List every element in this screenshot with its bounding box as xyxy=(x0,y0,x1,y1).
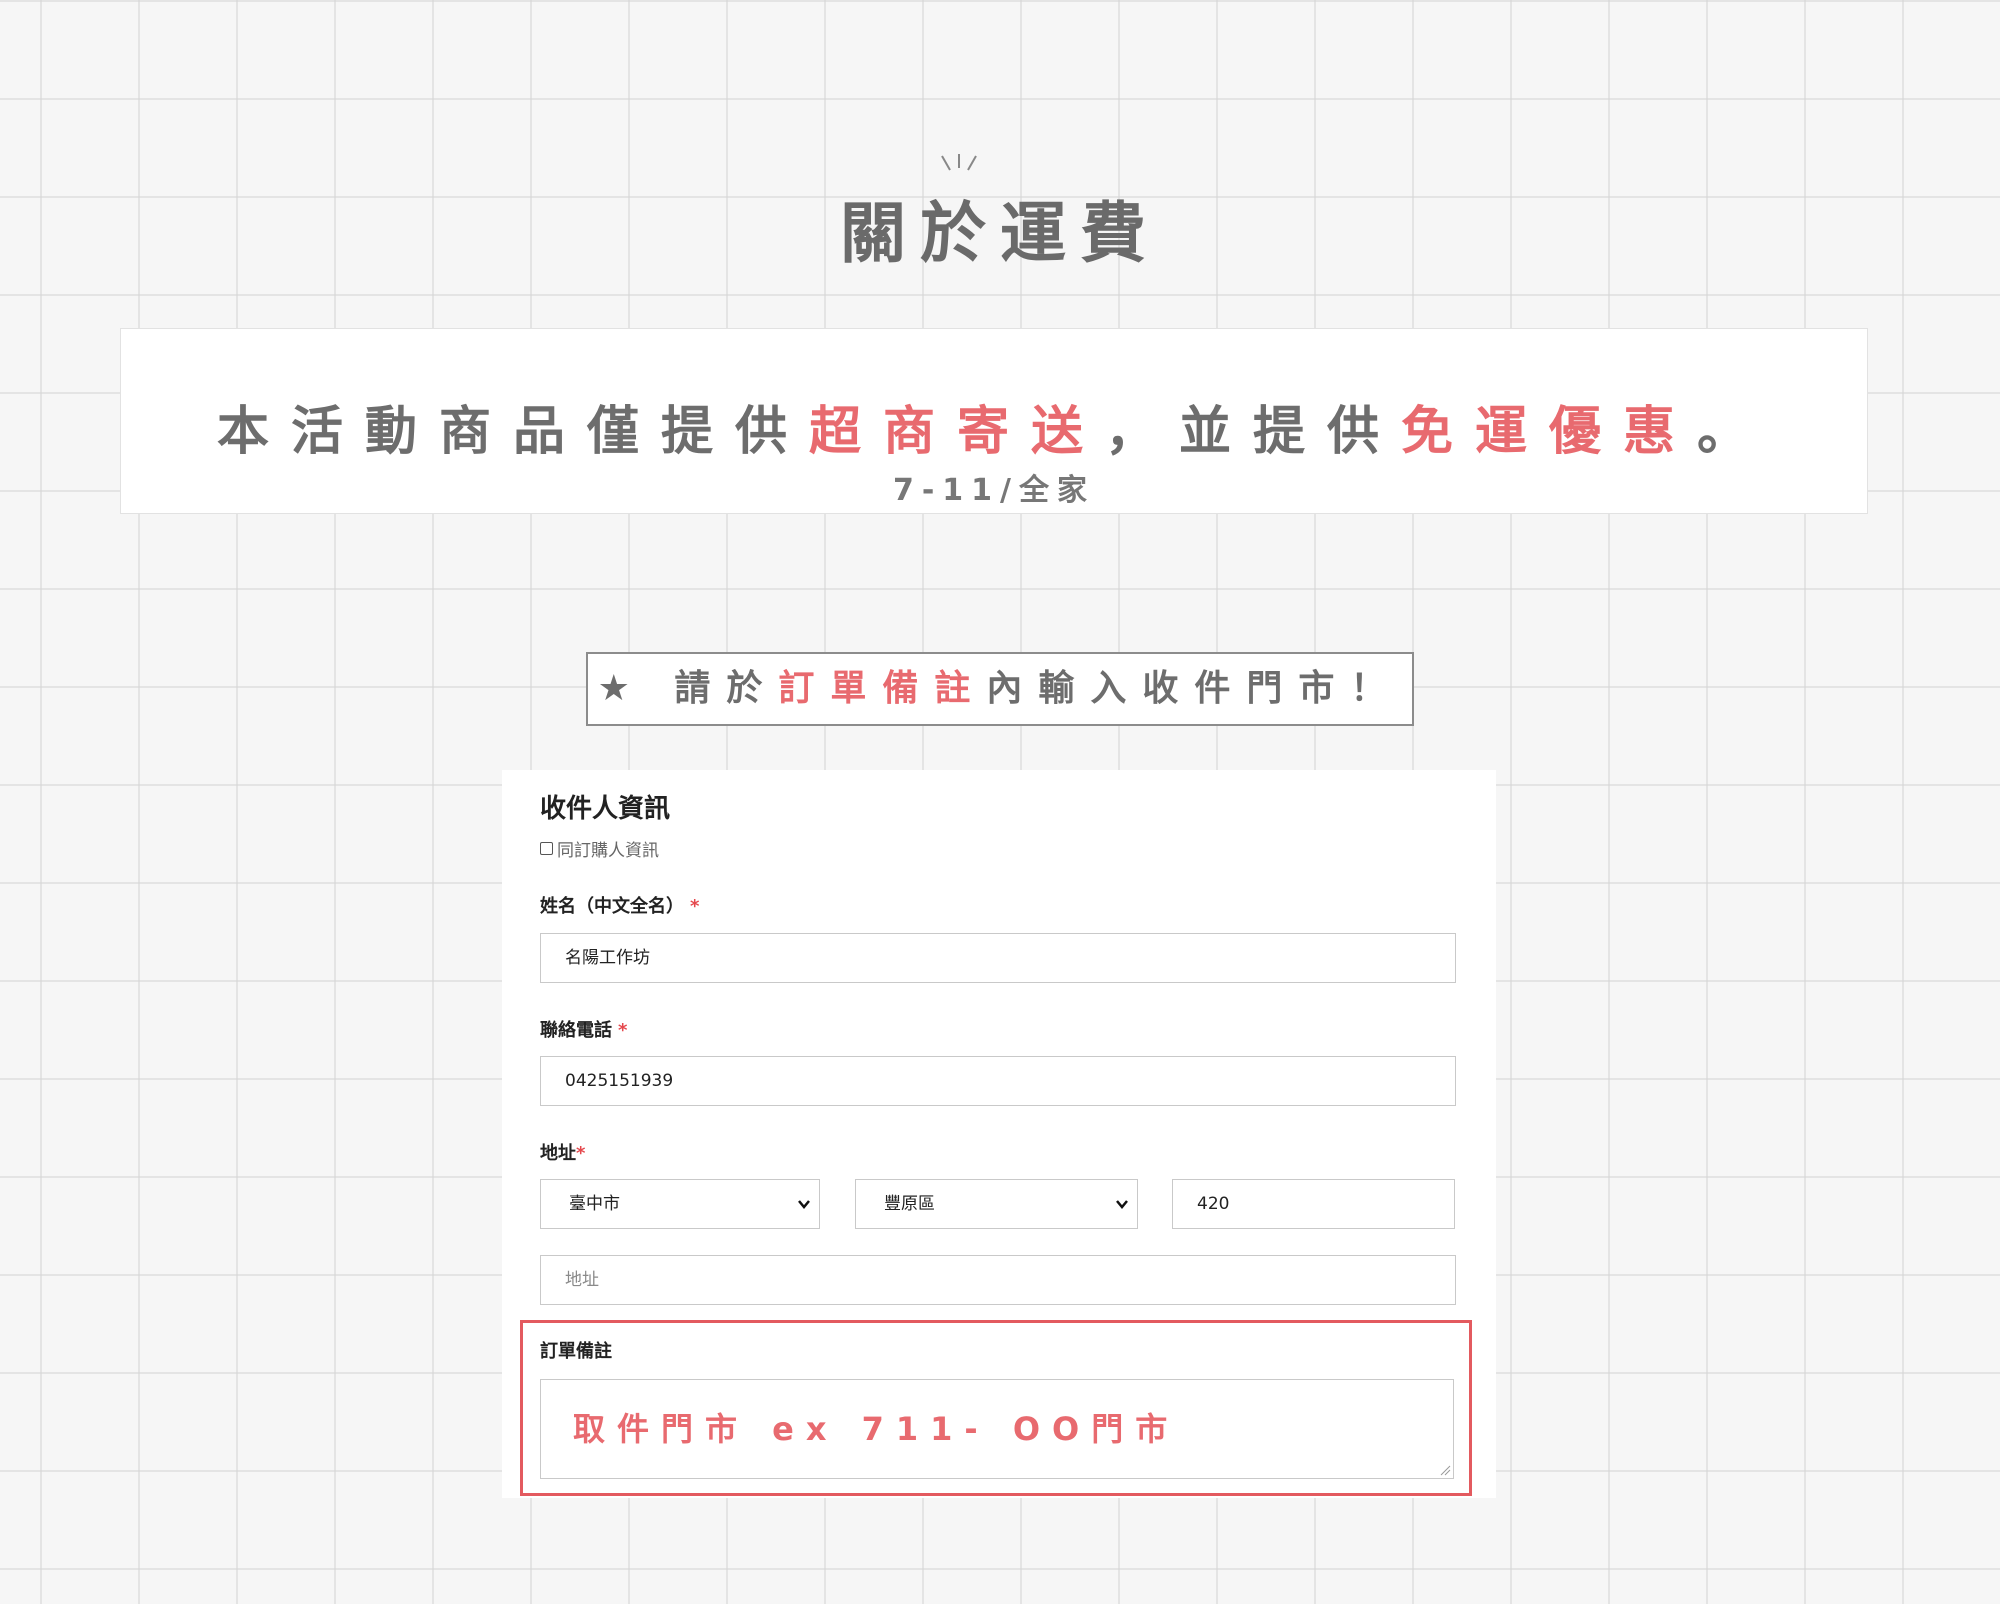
zip-input[interactable]: 420 xyxy=(1172,1179,1455,1229)
name-label: 姓名（中文全名） * xyxy=(540,892,699,918)
name-input[interactable]: 名陽工作坊 xyxy=(540,933,1456,983)
notice-text-pre: 請於 xyxy=(674,668,779,709)
banner-highlight-free: 免運優惠 xyxy=(1401,402,1698,462)
banner-text-3: 。 xyxy=(1697,402,1772,462)
notice-text-post: 內輸入收件門市！ xyxy=(986,668,1403,709)
same-as-buyer-checkbox[interactable]: 同訂購人資訊 xyxy=(540,836,659,861)
banner-text-1: 本活動商品僅提供 xyxy=(216,402,809,462)
chevron-down-icon xyxy=(1116,1200,1128,1209)
required-mark: * xyxy=(576,1143,586,1164)
banner-highlight-shipping: 超商寄送 xyxy=(808,402,1105,462)
address-label: 地址* xyxy=(540,1139,585,1165)
sparkle-icon xyxy=(936,152,982,172)
recipient-form: 收件人資訊 同訂購人資訊 姓名（中文全名） * 名陽工作坊 聯絡電話 * 04251… xyxy=(502,770,1496,1498)
required-mark: * xyxy=(690,896,700,917)
same-as-buyer-label: 同訂購人資訊 xyxy=(557,841,659,861)
phone-label: 聯絡電話 * xyxy=(540,1016,627,1042)
banner-subtitle: 7-11/全家 xyxy=(892,473,1096,508)
remark-textarea[interactable]: 取件門市 ex 711- OO門市 xyxy=(540,1379,1454,1479)
city-select-value: 臺中市 xyxy=(569,1194,620,1214)
remark-label: 訂單備註 xyxy=(540,1341,612,1362)
remark-notice: ★ 請於訂單備註內輸入收件門市！ xyxy=(586,652,1414,726)
remark-highlight-frame: 訂單備註 取件門市 ex 711- OO門市 xyxy=(520,1320,1472,1496)
chevron-down-icon xyxy=(798,1200,810,1209)
district-select-value: 豐原區 xyxy=(884,1194,935,1214)
remark-value: 取件門市 ex 711- OO門市 xyxy=(573,1410,1180,1448)
phone-input[interactable]: 0425151939 xyxy=(540,1056,1456,1106)
district-select[interactable]: 豐原區 xyxy=(855,1179,1138,1229)
phone-label-text: 聯絡電話 xyxy=(540,1020,612,1041)
street-address-input[interactable]: 地址 xyxy=(540,1255,1456,1305)
checkbox-box[interactable] xyxy=(540,842,553,855)
form-heading: 收件人資訊 xyxy=(540,794,671,824)
banner-text-2: ，並提供 xyxy=(1104,402,1401,462)
resize-handle-icon[interactable] xyxy=(1439,1464,1451,1476)
address-label-text: 地址 xyxy=(540,1143,576,1164)
name-label-text: 姓名（中文全名） xyxy=(540,896,684,917)
page-title: 關於運費 xyxy=(840,195,1160,272)
required-mark: * xyxy=(618,1020,628,1041)
shipping-banner: 本活動商品僅提供超商寄送，並提供免運優惠。 7-11/全家 xyxy=(120,328,1868,514)
shipping-description: 本活動商品僅提供超商寄送，並提供免運優惠。 xyxy=(121,389,1867,464)
star-icon: ★ xyxy=(597,668,646,709)
city-select[interactable]: 臺中市 xyxy=(540,1179,820,1229)
notice-highlight: 訂單備註 xyxy=(778,668,987,709)
